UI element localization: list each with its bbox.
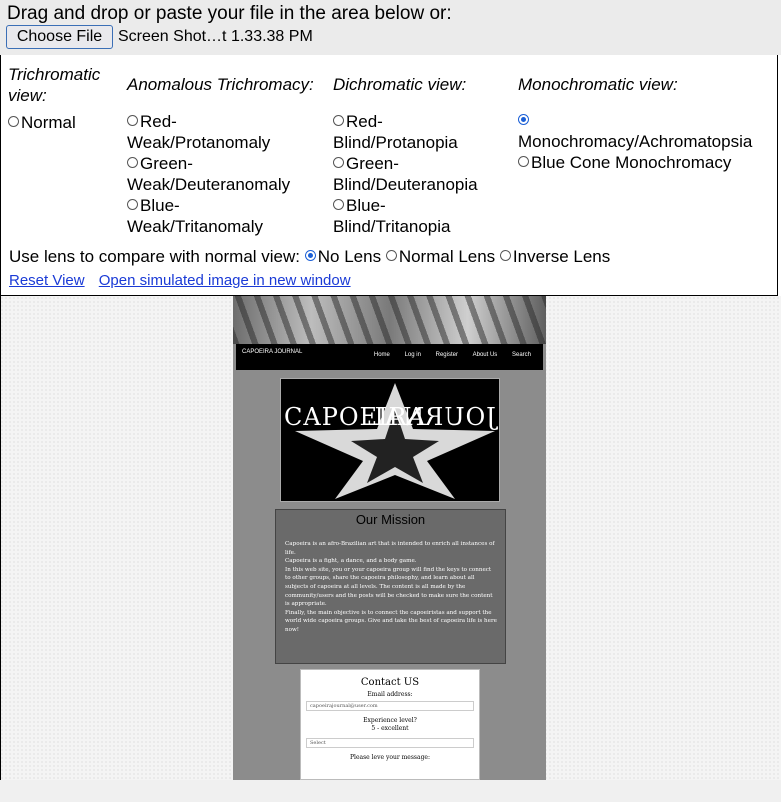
option-achromatopsia[interactable]: Monochromacy/Achromatopsia [518, 110, 776, 152]
preview-banner-image [233, 296, 546, 344]
radio-normal-lens[interactable] [385, 250, 397, 261]
option-blue-cone[interactable]: Blue Cone Monochromacy [518, 152, 776, 173]
radio-inverse-lens[interactable] [499, 250, 511, 261]
option-deuteranopia-label-a: Green- [346, 154, 399, 173]
preview-nav-items: Home Log in Register About Us Search [361, 352, 531, 358]
view-links: Reset View Open simulated image in new w… [9, 272, 361, 289]
lens-row: Use lens to compare with normal view: No… [9, 247, 610, 267]
preview-navbar: CAPOEIRA JOURNAL Home Log in Register Ab… [236, 344, 543, 370]
option-protanomaly-label-b: Weak/Protanomaly [127, 133, 271, 152]
preview-contact-box: Contact US Email address: capoeirajourna… [300, 669, 480, 780]
preview-experience-hint: 5 - excellent [371, 725, 409, 732]
trichromatic-heading-line1: Trichromatic [8, 65, 101, 84]
trichromatic-column: Trichromatic view: Normal [8, 64, 118, 133]
option-protanopia-label-b: Blind/Protanopia [333, 133, 458, 152]
option-protanopia-label-a: Red- [346, 112, 383, 131]
preview-logo: CAPOEIRA JOURNAL [242, 349, 303, 355]
image-area-border [0, 296, 1, 780]
preview-mission-p1: Capoeira is an afro-Brazilian art that i… [285, 541, 495, 556]
open-new-window-link[interactable]: Open simulated image in new window [99, 272, 351, 289]
preview-mission-title: Our Mission [355, 512, 426, 527]
choose-file-button[interactable]: Choose File [6, 25, 113, 49]
dichromatic-column: Dichromatic view: Red- Blind/Protanopia G… [333, 74, 513, 237]
radio-protanopia[interactable] [333, 115, 344, 126]
radio-deuteranomaly[interactable] [127, 157, 138, 168]
radio-tritanomaly[interactable] [127, 199, 138, 210]
option-deuteranomaly-label-a: Green- [140, 154, 193, 173]
option-tritanomaly[interactable]: Blue- Weak/Tritanomaly [127, 195, 332, 237]
option-tritanomaly-label-a: Blue- [140, 196, 180, 215]
preview-experience-label: Experience level? [363, 717, 417, 724]
preview-email-label: Email address: [367, 691, 413, 698]
lens-option-none-label: No Lens [317, 247, 382, 266]
option-deuteranopia[interactable]: Green- Blind/Deuteranopia [333, 153, 513, 195]
radio-deuteranopia[interactable] [333, 157, 344, 168]
monochromatic-heading: Monochromatic view: [518, 75, 678, 94]
trichromatic-heading-line2: view: [8, 86, 47, 105]
preview-nav-register: Register [435, 352, 458, 358]
option-normal-label: Normal [21, 113, 76, 132]
preview-email-field: capoeirajournal@user.com [306, 701, 474, 711]
preview-nav-search: Search [511, 352, 531, 358]
lens-option-none[interactable]: No Lens [304, 247, 382, 266]
option-tritanopia[interactable]: Blue- Blind/Tritanopia [333, 195, 513, 237]
preview-nav-about: About Us [472, 352, 498, 358]
option-tritanomaly-label-b: Weak/Tritanomaly [127, 217, 264, 236]
option-tritanopia-label-b: Blind/Tritanopia [333, 217, 451, 236]
radio-blue-cone[interactable] [518, 156, 529, 167]
radio-protanomaly[interactable] [127, 115, 138, 126]
bottom-strip [0, 780, 781, 802]
trichromatic-heading: Trichromatic view: [8, 64, 118, 106]
option-deuteranopia-label-b: Blind/Deuteranopia [333, 175, 478, 194]
option-protanopia[interactable]: Red- Blind/Protanopia [333, 111, 513, 153]
option-blue-cone-label: Blue Cone Monochromacy [531, 153, 732, 172]
preview-mission-p2: Capoeira is a fight, a dance, and a body… [285, 558, 417, 565]
lens-option-normal[interactable]: Normal Lens [385, 247, 496, 266]
upload-bar: Drag and drop or paste your file in the … [0, 0, 781, 55]
preview-contact-title: Contact US [360, 677, 420, 688]
option-deuteranomaly[interactable]: Green- Weak/Deuteranomaly [127, 153, 332, 195]
preview-hero-right-text: JOURNAL [367, 403, 496, 431]
radio-no-lens[interactable] [304, 250, 316, 261]
option-normal[interactable]: Normal [8, 112, 118, 133]
selected-file-name: Screen Shot…t 1.33.38 PM [118, 28, 313, 45]
option-deuteranomaly-label-b: Weak/Deuteranomaly [127, 175, 291, 194]
option-protanomaly[interactable]: Red- Weak/Protanomaly [127, 111, 332, 153]
option-protanomaly-label-a: Red- [140, 112, 177, 131]
drop-instruction: Drag and drop or paste your file in the … [7, 3, 452, 24]
preview-nav-login: Log in [404, 352, 421, 358]
option-achromatopsia-label: Monochromacy/Achromatopsia [518, 132, 753, 151]
monochromatic-column: Monochromatic view: Monochromacy/Achroma… [518, 74, 776, 173]
preview-hero-logo: CAPOEIRA JOURNAL [280, 378, 500, 502]
preview-mission-body: Capoeira is an afro-Brazilian art that i… [285, 540, 498, 635]
preview-mission-p4: Finally, the main objective is to connec… [285, 609, 497, 633]
anomalous-heading: Anomalous Trichromacy: [127, 75, 314, 94]
dichromatic-heading: Dichromatic view: [333, 75, 467, 94]
anomalous-column: Anomalous Trichromacy: Red- Weak/Protanom… [127, 74, 332, 237]
radio-normal[interactable] [8, 116, 19, 127]
lens-label: Use lens to compare with normal view: [9, 247, 301, 266]
lens-option-inverse[interactable]: Inverse Lens [499, 247, 611, 266]
reset-view-link[interactable]: Reset View [9, 272, 85, 289]
option-tritanopia-label-a: Blue- [346, 196, 386, 215]
lens-option-normal-label: Normal Lens [398, 247, 496, 266]
lens-option-inverse-label: Inverse Lens [512, 247, 611, 266]
simulated-image: CAPOEIRA JOURNAL Home Log in Register Ab… [233, 296, 546, 780]
preview-mission-p3: In this web site, you or your capoeira g… [285, 566, 493, 608]
preview-experience-select: Select [306, 738, 474, 748]
preview-nav-home: Home [373, 352, 390, 358]
preview-message-label: Please leve your message: [350, 754, 430, 761]
radio-achromatopsia[interactable] [518, 114, 529, 125]
radio-tritanopia[interactable] [333, 199, 344, 210]
preview-mission-box: Our Mission Capoeira is an afro-Brazilia… [275, 509, 506, 664]
star-icon [295, 383, 495, 499]
simulation-options-panel: Trichromatic view: Normal Anomalous Tric… [0, 55, 778, 296]
